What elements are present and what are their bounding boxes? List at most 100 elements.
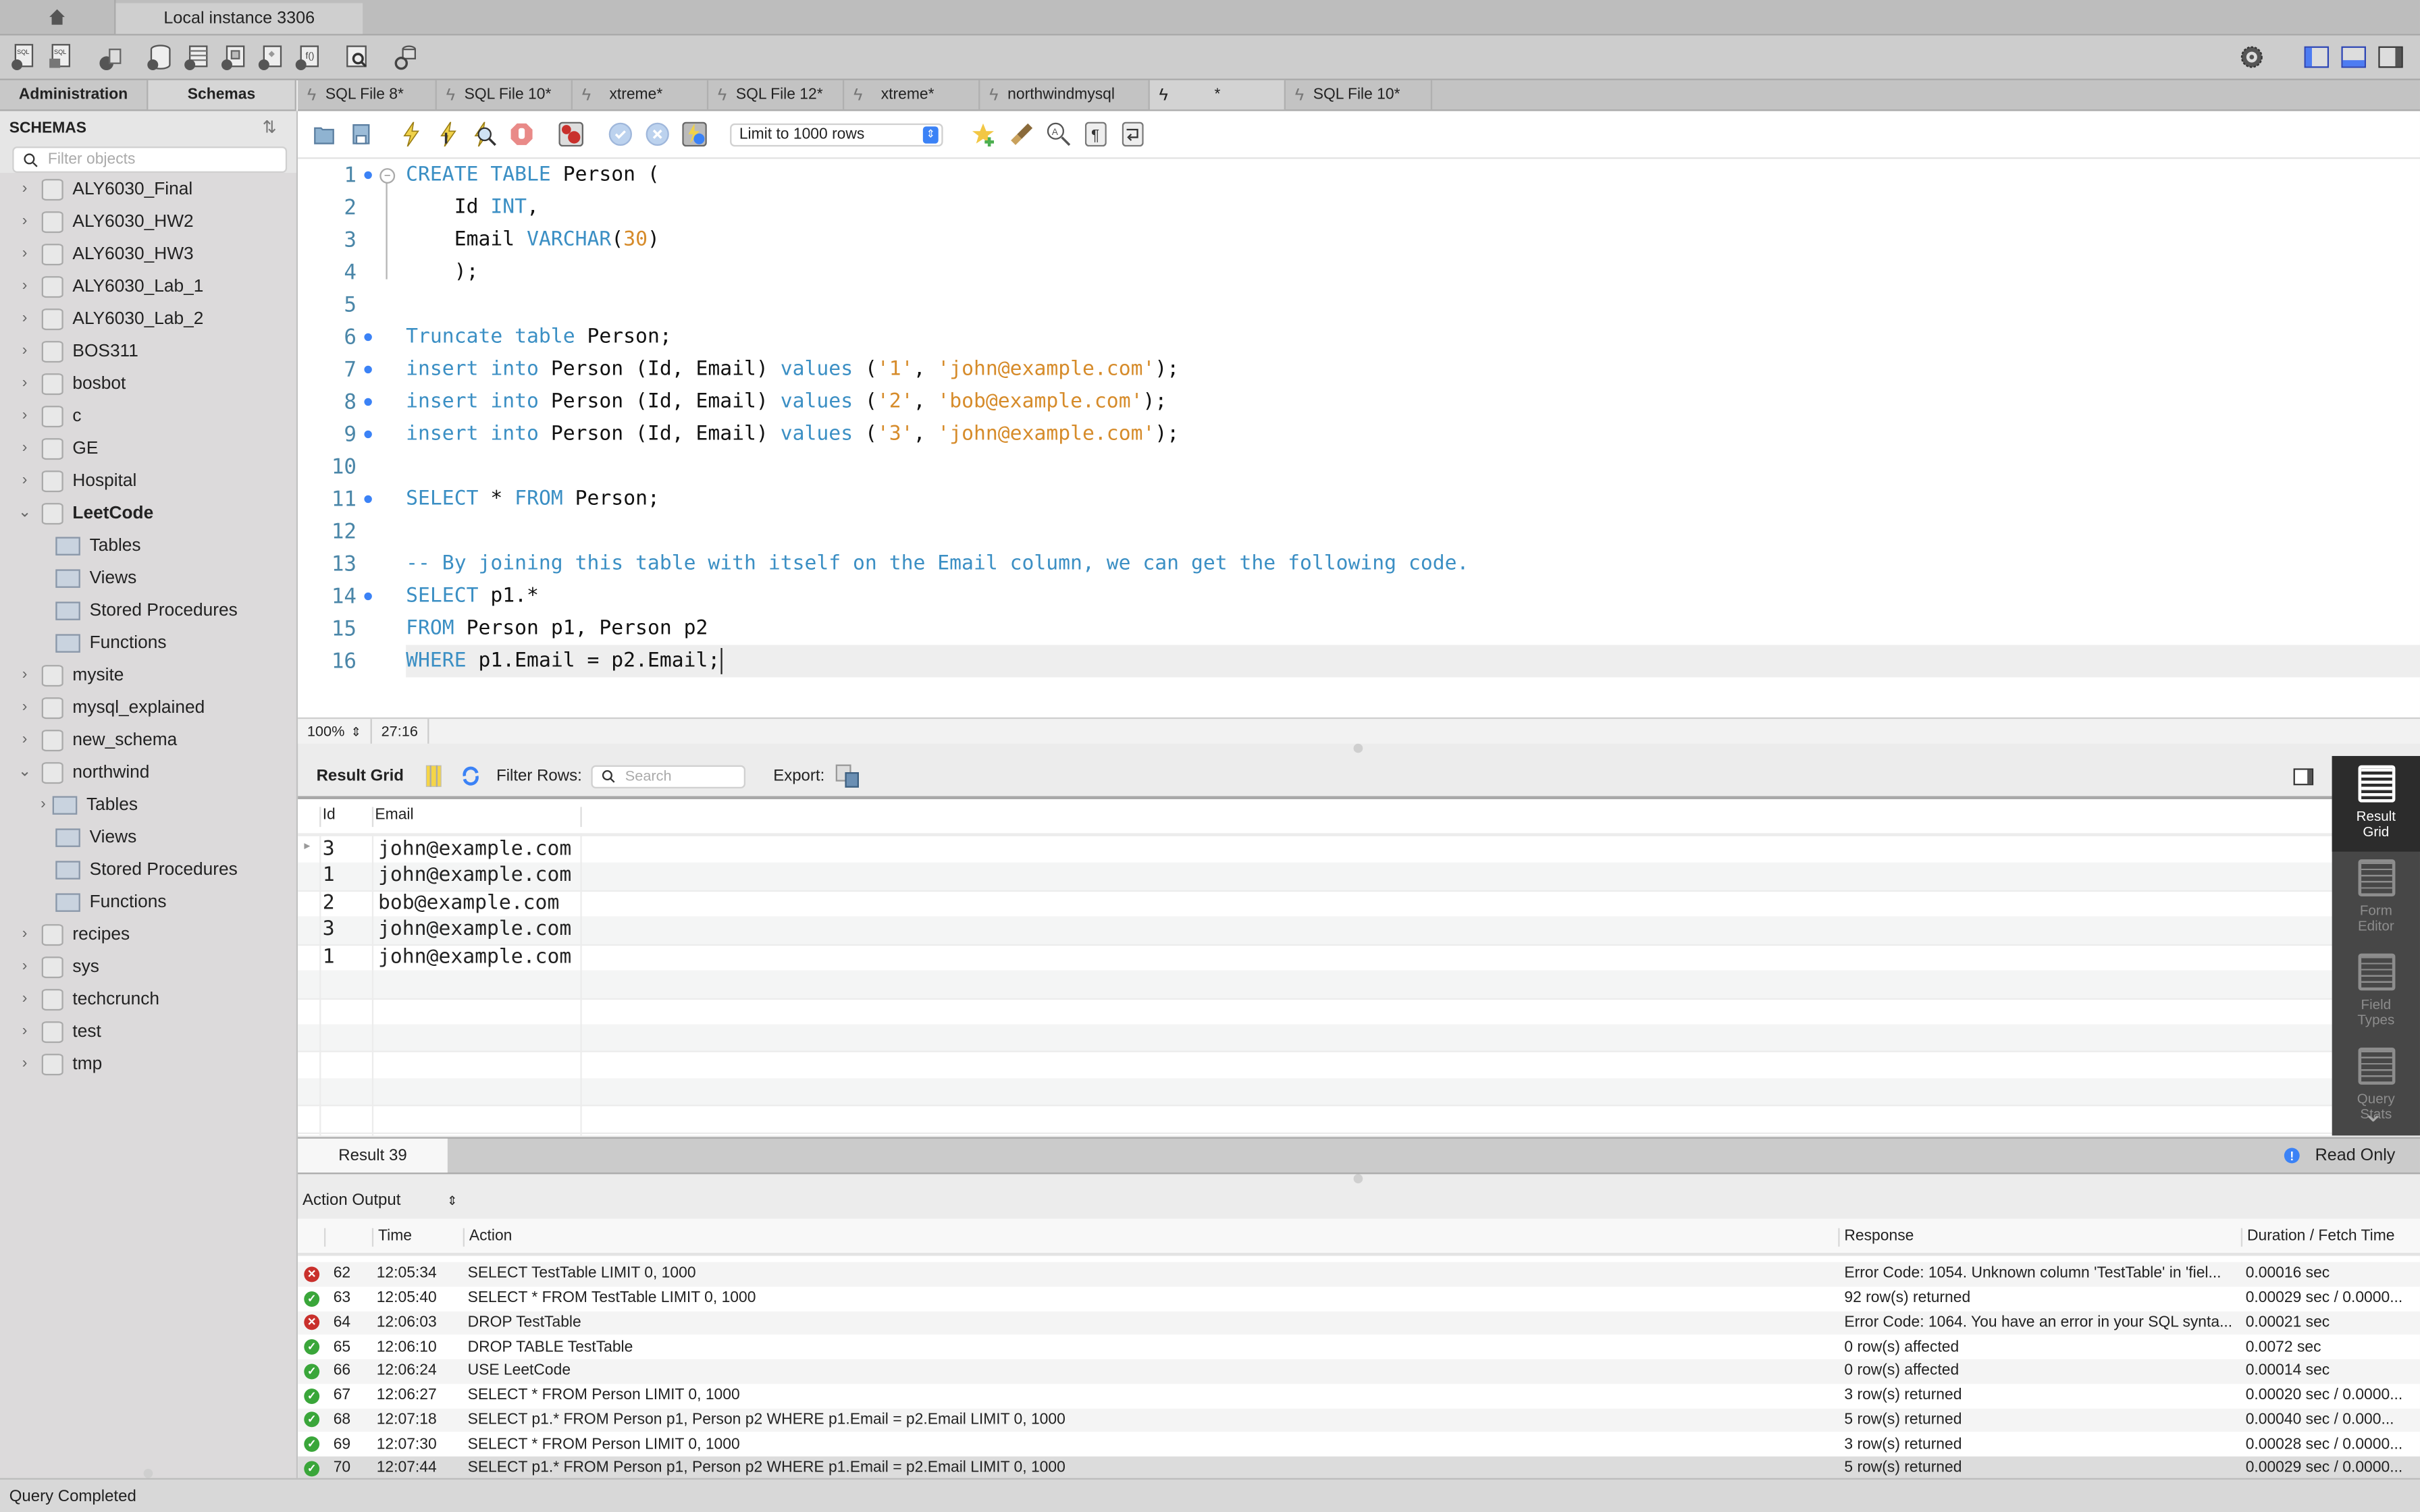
schema-subitem[interactable]: › Tables [0,788,296,821]
splitter-handle[interactable] [1353,1174,1363,1184]
cell-id[interactable]: 1 [323,945,335,968]
chevron-right-icon[interactable]: › [16,439,34,456]
schema-subitem[interactable]: Views [0,821,296,853]
table-row[interactable] [298,970,2332,999]
table-row[interactable] [298,1024,2332,1053]
resize-handle[interactable] [143,1468,153,1478]
chevron-right-icon[interactable]: › [16,699,34,716]
view-form-editor[interactable]: Form Editor [2332,850,2420,946]
schema-item[interactable]: › ALY6030_HW3 [0,238,296,270]
editor-tab[interactable]: ϟ SQL File 8* [298,80,437,110]
code-line[interactable]: 13 -- By joining this table with itself o… [298,547,2420,580]
chevron-right-icon[interactable]: › [16,213,34,230]
limit-rows-select[interactable]: Limit to 1000 rows ⇕ [730,122,943,146]
table-row[interactable] [298,1105,2332,1133]
schema-item[interactable]: › GE [0,432,296,464]
chevron-right-icon[interactable]: › [16,925,34,942]
chevron-right-icon[interactable]: › [16,342,34,359]
export-icon[interactable] [834,762,862,790]
code-line[interactable]: 10 [298,450,2420,483]
code-line[interactable]: 9 insert into Person (Id, Email) values (… [298,418,2420,450]
result-grid[interactable]: Id Email ▸ 3 john@example.com 1 john@example… [298,799,2332,1136]
schema-item[interactable]: › ALY6030_HW2 [0,205,296,238]
schema-item[interactable]: › mysql_explained [0,691,296,724]
chevron-right-icon[interactable]: › [16,731,34,748]
action-row[interactable]: ✓ 67 12:06:27 SELECT * FROM Person LIMIT 0,… [298,1384,2420,1408]
schema-item[interactable]: › new_schema [0,724,296,756]
connection-tab[interactable]: Local instance 3306 [115,3,363,34]
chevron-right-icon[interactable]: › [16,958,34,975]
column-header-action[interactable]: Action [463,1228,512,1247]
table-row[interactable]: ▸ 3 john@example.com [298,836,2332,865]
schema-item[interactable]: › ALY6030_Lab_1 [0,270,296,302]
column-header-id[interactable]: Id [319,807,375,828]
table-row[interactable] [298,1077,2332,1107]
table-row[interactable] [298,1051,2332,1080]
editor-tab[interactable]: ϟ xtreme* [573,80,709,110]
code-line[interactable]: 7 insert into Person (Id, Email) values (… [298,353,2420,385]
schema-subitem[interactable]: Stored Procedures [0,594,296,626]
chevron-right-icon[interactable]: › [16,407,34,424]
schema-item[interactable]: › mysite [0,659,296,691]
chevron-right-icon[interactable]: › [16,245,34,262]
schema-item[interactable]: › recipes [0,918,296,950]
cell-email[interactable]: bob@example.com [378,892,559,915]
code-line[interactable]: 15 FROM Person p1, Person p2 [298,612,2420,645]
schema-subitem[interactable]: Stored Procedures [0,853,296,886]
code-line[interactable]: 14 SELECT p1.* [298,580,2420,612]
schema-item[interactable]: › techcrunch [0,983,296,1015]
cell-id[interactable]: 2 [323,892,335,915]
schema-subitem[interactable]: Functions [0,626,296,659]
code-line[interactable]: 4 ); [298,256,2420,288]
server-info-icon[interactable] [96,43,124,71]
refresh-results-icon[interactable] [456,762,484,790]
column-header-time[interactable]: Time [371,1228,412,1247]
word-wrap-icon[interactable] [1119,120,1147,148]
code-line[interactable]: 16 WHERE p1.Email = p2.Email; [332,645,2420,678]
schema-item[interactable]: › bosbot [0,367,296,400]
column-header-email[interactable]: Email [371,807,582,828]
code-line[interactable]: 1 CREATE TABLE Person ( [298,159,2420,191]
action-row[interactable]: ✓ 69 12:07:30 SELECT * FROM Person LIMIT 0,… [298,1432,2420,1457]
schema-item[interactable]: › c [0,400,296,432]
home-tab[interactable] [0,0,116,34]
toggle-columns-icon[interactable] [419,762,447,790]
chevron-right-icon[interactable]: › [16,1023,34,1040]
toggle-output-panel-icon[interactable] [2340,43,2367,71]
cell-email[interactable]: john@example.com [378,865,571,888]
schema-item[interactable]: › ALY6030_Lab_2 [0,302,296,335]
column-header-duration[interactable]: Duration / Fetch Time [2240,1228,2394,1247]
filter-objects-input[interactable]: Filter objects [12,146,288,173]
create-table-icon[interactable] [182,43,210,71]
sql-editor[interactable]: 1 CREATE TABLE Person (2 Id INT, 3 Email V… [298,159,2420,718]
chevron-right-icon[interactable]: › [16,1055,34,1072]
settings-gear-icon[interactable] [2238,43,2265,71]
rollback-icon[interactable] [643,120,671,148]
toggle-sidebar-icon[interactable] [2303,43,2330,71]
invisible-chars-icon[interactable]: ¶ [1082,120,1109,148]
chevron-right-icon[interactable]: › [34,796,52,813]
schema-item[interactable]: › sys [0,950,296,983]
code-line[interactable]: 8 insert into Person (Id, Email) values (… [298,385,2420,418]
schema-item[interactable]: › test [0,1015,296,1048]
output-type-select[interactable]: Action Output ⇕ [302,1188,457,1213]
fold-toggle-icon[interactable]: − [379,168,396,184]
search-table-data-icon[interactable] [342,43,370,71]
code-line[interactable]: 12 [298,515,2420,547]
autocommit-icon[interactable] [681,120,708,148]
cell-id[interactable]: 3 [323,838,335,861]
schema-item[interactable]: ⌄ LeetCode [0,497,296,529]
toggle-result-panel-icon[interactable] [2289,762,2317,790]
find-icon[interactable]: A [1045,120,1072,148]
schema-subitem[interactable]: Views [0,562,296,594]
beautify-icon[interactable] [1008,120,1036,148]
code-line[interactable]: 2 Id INT, [298,191,2420,223]
chevron-right-icon[interactable]: › [16,472,34,489]
action-row[interactable]: ✓ 63 12:05:40 SELECT * FROM TestTable LIMIT… [298,1287,2420,1311]
open-file-icon[interactable] [310,120,338,148]
view-field-types[interactable]: Field Types [2332,944,2420,1040]
tab-schemas[interactable]: Schemas [148,80,296,110]
code-line[interactable]: 3 Email VARCHAR(30) [298,223,2420,256]
create-function-icon[interactable]: f() [293,43,321,71]
execute-icon[interactable] [396,120,424,148]
